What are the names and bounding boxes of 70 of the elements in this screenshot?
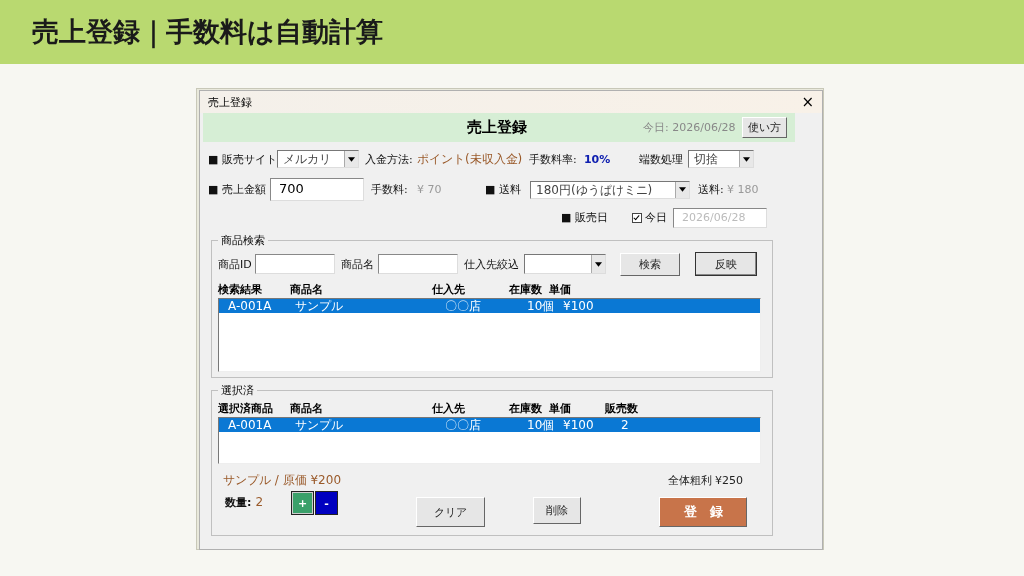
list-cell-text: ¥100 — [563, 418, 595, 432]
list-row[interactable]: A-001A サンプル 〇〇店 10個 ¥100 2 — [219, 418, 760, 432]
column-header: 在庫数 — [509, 401, 543, 416]
field-label: ■ 販売サイト — [208, 151, 277, 167]
help-button[interactable]: 使い方 — [741, 117, 787, 138]
caret-icon — [347, 156, 355, 162]
page-title: 売上登録｜手数料は自動計算 — [32, 15, 383, 50]
column-header: 検索結果 — [218, 282, 263, 297]
quantity-label: 数量: — [225, 495, 252, 510]
site-dropdown[interactable]: メルカリ — [276, 150, 359, 168]
field-label: 送料: — [698, 182, 725, 197]
caret-icon — [679, 187, 686, 192]
column-header: 販売数 — [605, 401, 639, 416]
column-header: 在庫数 — [509, 282, 543, 297]
column-header: 選択済商品 — [218, 401, 274, 416]
id-field[interactable] — [255, 254, 335, 274]
field-label: 入金方法: — [364, 151, 414, 167]
list-cell-text: A-001A — [228, 418, 273, 432]
list-cell-text: 2 — [621, 418, 630, 432]
list-cell-text: 10個 — [526, 299, 556, 313]
window-title: 売上登録 — [208, 94, 252, 110]
column-header: 単価 — [549, 282, 572, 297]
list-cell-text: A-001A — [228, 299, 273, 313]
checkbox[interactable] — [632, 212, 642, 223]
group-title: 商品検索 — [218, 233, 268, 248]
quantity-value: 2 — [255, 495, 264, 510]
field-label: 仕入先絞込 — [464, 256, 520, 272]
field-label: ■ 売上金額 — [208, 182, 267, 197]
rounding-dropdown[interactable]: 切捨 — [687, 150, 754, 168]
supplier-dropdown[interactable] — [524, 254, 606, 274]
list-cell-text: 〇〇店 — [445, 418, 482, 432]
list-cell-text: 10個 — [526, 418, 556, 432]
total-profit: 全体粗利 ¥250 — [667, 473, 743, 488]
column-header: 仕入先 — [432, 401, 466, 416]
column-header: 商品名 — [290, 401, 324, 416]
field-label: 端数処理 — [638, 151, 684, 167]
form-title: 売上登録 — [467, 118, 527, 137]
column-header: 仕入先 — [432, 282, 466, 297]
search-button[interactable]: 検索 — [620, 252, 680, 276]
field-label: ■ 送料 — [485, 182, 522, 197]
list-cell-text: 〇〇店 — [445, 299, 482, 313]
column-header: 商品名 — [290, 282, 324, 297]
delete-button[interactable]: 削除 — [533, 497, 581, 524]
field-label: 手数料率: — [528, 151, 578, 167]
minus-button[interactable]: - — [315, 491, 338, 515]
shipping-fee-value: ¥ 180 — [727, 183, 759, 196]
field-label: 商品ID — [218, 256, 253, 272]
list-cell-text: ¥100 — [563, 299, 595, 313]
field-label: 商品名 — [341, 256, 375, 272]
group-title: 選択済 — [218, 383, 257, 398]
today-date: 今日: 2026/06/28 — [643, 120, 736, 135]
list-cell-text: サンプル — [295, 418, 344, 432]
caret-icon — [595, 261, 602, 267]
column-header: 単価 — [549, 401, 572, 416]
field-label: 手数料: — [371, 182, 409, 197]
fee-rate: 10% — [583, 152, 612, 166]
name-field[interactable] — [378, 254, 458, 274]
list-row[interactable]: A-001A サンプル 〇〇店 10個 ¥100 — [219, 299, 760, 313]
apply-button[interactable]: 反映 — [695, 252, 757, 276]
list-cell-text: サンプル — [295, 299, 344, 313]
shipping-dropdown[interactable]: 180円(ゆうぱけミニ) — [530, 180, 690, 199]
caret-icon — [742, 156, 750, 162]
checkbox-label: 今日 — [645, 210, 667, 225]
clear-button[interactable]: クリア — [416, 497, 485, 527]
item-info: サンプル / 原価 ¥200 — [223, 472, 342, 489]
field-label: ■ 販売日 — [561, 210, 609, 225]
close-button[interactable]: × — [801, 94, 814, 110]
payment-method: ポイント(未収入金) — [416, 150, 524, 168]
amount-field[interactable]: 700 — [270, 178, 364, 201]
fee-value: ¥ 70 — [417, 183, 443, 196]
